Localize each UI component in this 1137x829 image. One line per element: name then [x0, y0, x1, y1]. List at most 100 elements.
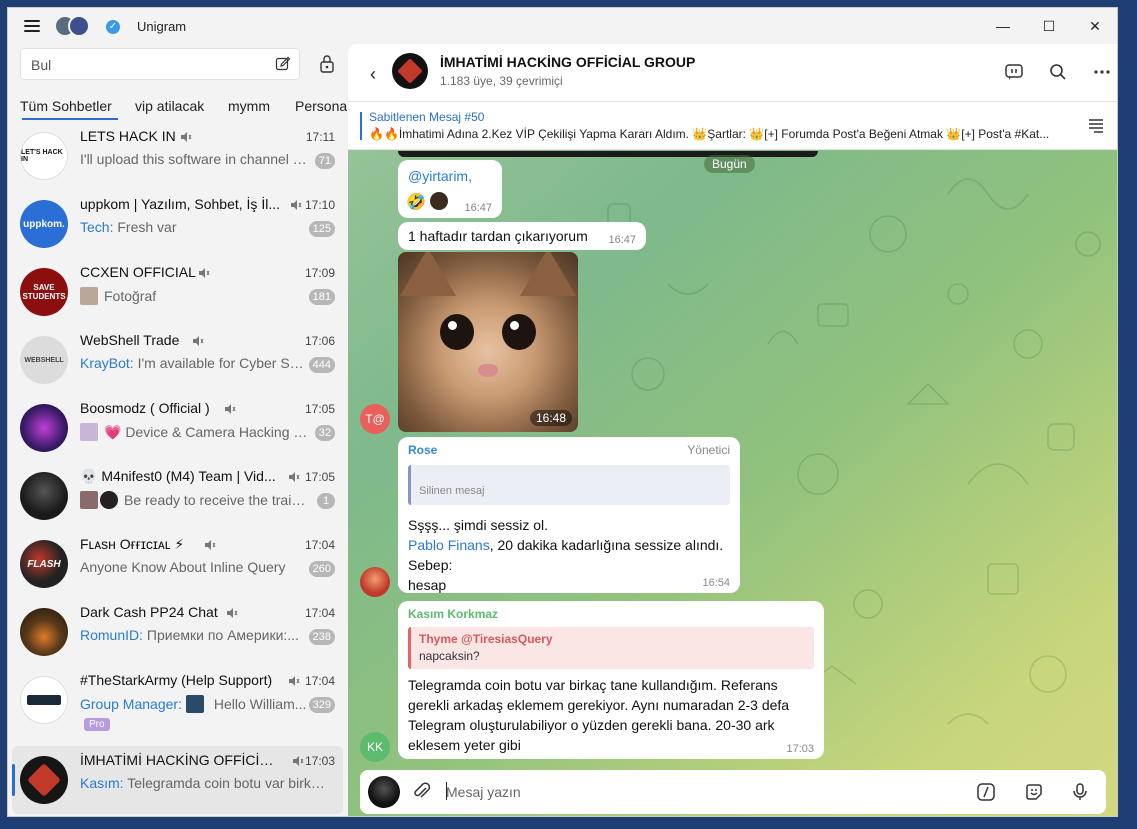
menu-icon[interactable]	[24, 20, 40, 32]
photo-message[interactable]: 16:48	[398, 252, 578, 432]
mention-link[interactable]: @yirtarim,	[408, 168, 472, 184]
chat-item[interactable]: FLASH Fʟᴀsʜ Oғғɪᴄɪᴀʟ ⚡ 17:04 Anyone Know…	[12, 530, 343, 598]
sticker-icon[interactable]	[1024, 782, 1044, 802]
reply-preview[interactable]: Thyme @TiresiasQuery napcaksin?	[408, 627, 814, 669]
lock-icon[interactable]	[318, 54, 336, 74]
pinned-list-icon[interactable]	[1087, 118, 1105, 134]
tab-indicator	[22, 118, 118, 120]
message-text: Telegramda coin botu var birkaç tane kul…	[408, 677, 790, 753]
chat-item-active[interactable]: İMHATİMİ HACKİNG OFFİCİAL... 17:03 Kasım…	[12, 746, 343, 814]
sender-avatar[interactable]: T@	[360, 404, 390, 434]
chat-item[interactable]: Boosmodz ( Official ) 17:05 💗 Device & C…	[12, 394, 343, 462]
chat-panel: ‹ İMHATİMİ HACKİNG OFFİCİAL GROUP 1.183 …	[348, 44, 1117, 816]
sender-avatar[interactable]: KK	[360, 732, 390, 762]
chat-preview: RomunID: Приемки по Америки:...	[80, 627, 299, 643]
chat-avatar	[20, 404, 68, 452]
message-input[interactable]: Mesaj yazın	[446, 784, 521, 800]
unread-badge: 444	[308, 357, 335, 373]
tab-all-chats[interactable]: Tüm Sohbetler	[20, 98, 112, 114]
message-composer: Mesaj yazın	[360, 770, 1106, 814]
chat-item[interactable]: WEBSHELL WebShell Trade 17:06 KrayBot: I…	[12, 326, 343, 394]
chat-name: Dark Cash PP24 Chat	[80, 604, 218, 620]
attach-icon[interactable]	[412, 782, 432, 802]
search-box[interactable]: Bul	[20, 48, 300, 80]
chat-item[interactable]: 💀 M4nifest0 (M4) Team | Vid... 17:05 Be …	[12, 462, 343, 530]
photo-time: 16:48	[529, 410, 572, 426]
video-chat-icon[interactable]	[1004, 62, 1024, 82]
chat-preview: KrayBot: I'm available for Cyber Se...	[80, 355, 308, 371]
chat-item[interactable]: #TheStarkArmy (Help Support) 17:04 Group…	[12, 666, 343, 746]
muted-icon	[291, 200, 302, 210]
chat-time: 17:04	[304, 538, 335, 552]
message-bubble[interactable]: Kasım Korkmaz Thyme @TiresiasQuery napca…	[398, 601, 824, 759]
date-separator: Bugün	[704, 155, 755, 173]
chat-item[interactable]: uppkom. uppkom | Yazılım, Sohbet, İş İl.…	[12, 190, 343, 258]
tab-personal[interactable]: Personal	[295, 98, 347, 114]
group-avatar[interactable]	[392, 53, 428, 89]
minimize-button[interactable]: —	[988, 14, 1018, 38]
sender-name[interactable]: Rose	[408, 443, 437, 457]
message-line: Pablo Finans, 20 dakika kadarlığına sess…	[408, 537, 724, 553]
tab-mymm[interactable]: mymm	[228, 98, 270, 114]
maximize-button[interactable]: ☐	[1034, 14, 1064, 38]
chat-time: 17:06	[304, 334, 335, 348]
reaction-emoji[interactable]: 🤣	[406, 192, 426, 212]
group-title[interactable]: İMHATİMİ HACKİNG OFFİCİAL GROUP	[440, 54, 695, 70]
chat-avatar	[20, 608, 68, 656]
reply-preview[interactable]: Silinen mesaj	[408, 465, 730, 505]
muted-icon	[181, 132, 192, 142]
chat-header: ‹ İMHATİMİ HACKİNG OFFİCİAL GROUP 1.183 …	[348, 44, 1117, 102]
chat-time: 17:10	[304, 198, 335, 212]
chat-name: #TheStarkArmy (Help Support)	[80, 672, 273, 688]
chat-name: 💀 M4nifest0 (M4) Team | Vid...	[80, 468, 276, 484]
reply-text: Silinen mesaj	[419, 485, 485, 497]
message-bubble[interactable]: 1 haftadır tardan çıkarıyorum 16:47	[398, 222, 646, 250]
search-input[interactable]: Bul	[31, 57, 51, 73]
chat-item[interactable]: Dark Cash PP24 Chat 17:04 RomunID: Прием…	[12, 598, 343, 666]
chat-avatar: FLASH	[20, 540, 68, 588]
chat-name: Fʟᴀsʜ Oғғɪᴄɪᴀʟ ⚡	[80, 536, 185, 552]
chat-time: 17:04	[304, 674, 335, 688]
tab-vip[interactable]: vip atilacak	[135, 98, 204, 114]
unread-badge: 32	[314, 425, 335, 441]
admin-badge: Yönetici	[687, 443, 730, 457]
bot-commands-icon[interactable]	[976, 782, 996, 802]
message-time: 16:47	[464, 202, 492, 214]
search-icon[interactable]	[1048, 62, 1068, 82]
chat-time: 17:05	[304, 470, 335, 484]
app-title: Unigram	[137, 19, 187, 34]
message-text: 1 haftadır tardan çıkarıyorum	[408, 228, 588, 244]
pinned-message-bar[interactable]: Sabitlenen Mesaj #50 🔥🔥İmhatimi Adına 2.…	[348, 102, 1117, 150]
message-bubble[interactable]: Rose Yönetici Silinen mesaj Sşşş... şimd…	[398, 437, 740, 593]
pro-badge: Pro	[84, 718, 110, 731]
account-avatar-secondary[interactable]	[68, 15, 90, 37]
more-options-icon[interactable]	[1092, 62, 1112, 82]
reply-sender: Thyme @TiresiasQuery	[419, 632, 553, 646]
back-icon[interactable]: ‹	[370, 64, 376, 85]
chat-time: 17:09	[304, 266, 335, 280]
chat-avatar: uppkom.	[20, 200, 68, 248]
chat-time: 17:05	[304, 402, 335, 416]
chat-time: 17:11	[305, 130, 335, 144]
chat-item[interactable]: LET'S HACK IN LETS HACK IN 17:11 I'll up…	[12, 122, 343, 190]
sender-avatar[interactable]	[360, 567, 390, 597]
chat-item[interactable]: SAVE STUDENTS CCXEN OFFICIAL 17:09 Fotoğ…	[12, 258, 343, 326]
chat-time: 17:03	[304, 754, 335, 768]
microphone-icon[interactable]	[1070, 782, 1090, 802]
photo-detail	[400, 252, 456, 296]
chat-avatar	[20, 756, 68, 804]
compose-icon[interactable]	[275, 56, 291, 72]
mention-link[interactable]: Pablo Finans	[408, 537, 490, 553]
message-bubble[interactable]: @yirtarim, 🤣 16:47	[398, 160, 502, 218]
sidebar: Bul Tüm Sohbetler vip atilacak mymm Pers…	[8, 44, 347, 816]
unread-badge: 181	[308, 289, 335, 305]
chat-preview: Be ready to receive the traini...	[80, 491, 308, 509]
muted-icon	[205, 540, 216, 550]
sender-name[interactable]: Kasım Korkmaz	[408, 607, 498, 621]
title-bar: ✓ Unigram — ☐ ✕	[8, 8, 1117, 44]
close-button[interactable]: ✕	[1080, 14, 1110, 38]
photo-detail	[520, 252, 576, 296]
pinned-title: Sabitlenen Mesaj #50	[369, 110, 485, 124]
send-as-avatar[interactable]	[368, 776, 400, 808]
unread-badge: 71	[314, 153, 335, 169]
